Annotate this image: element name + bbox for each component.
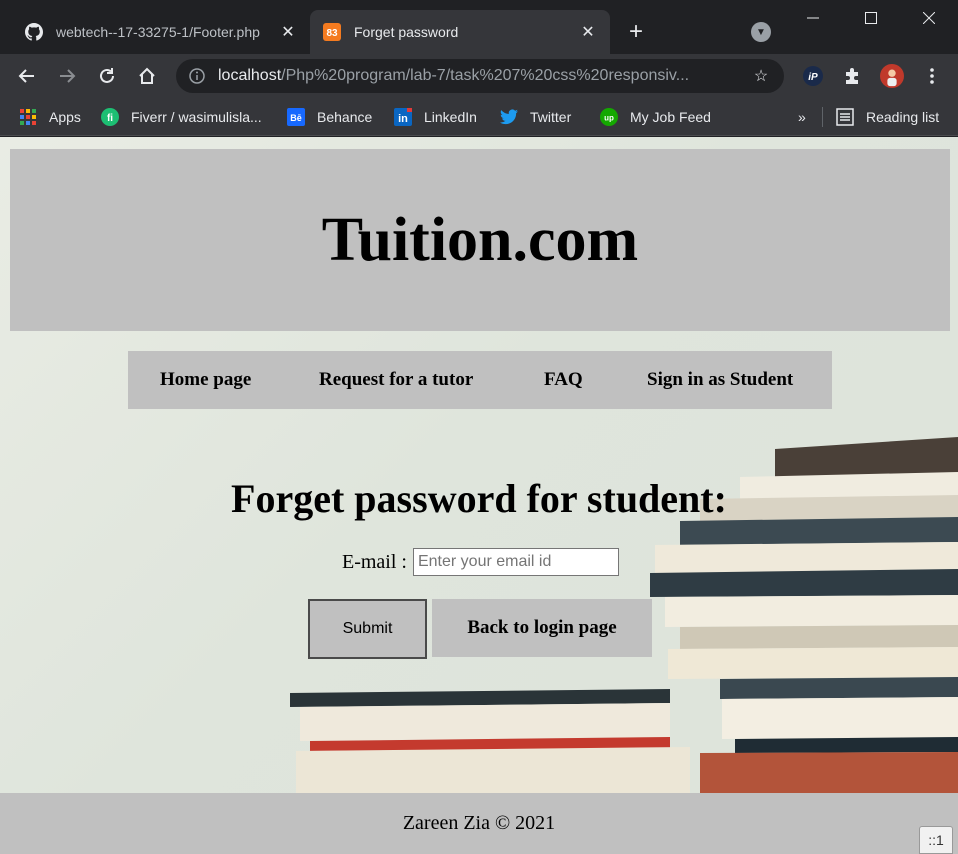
menu-kebab-icon[interactable] <box>920 64 944 88</box>
tab-forget-password[interactable]: 83 Forget password ✕ <box>310 10 610 54</box>
bookmark-label: LinkedIn <box>424 109 477 125</box>
svg-text:up: up <box>604 114 614 123</box>
reading-list-icon <box>836 108 854 126</box>
url-host: localhost <box>218 67 282 84</box>
site-info-icon[interactable] <box>188 67 206 85</box>
apps-grid-icon <box>19 108 37 126</box>
svg-text:in: in <box>398 113 408 125</box>
footer-text: Zareen Zia © 2021 <box>402 812 556 834</box>
host-badge: ::1 <box>919 826 953 854</box>
main-nav: Home page Request for a tutor FAQ Sign i… <box>128 351 832 409</box>
site-title: Tuition.com <box>321 205 639 274</box>
submit-button[interactable]: Submit <box>308 599 427 659</box>
svg-text:83: 83 <box>326 28 338 39</box>
tab-search-icon[interactable]: ▼ <box>751 22 771 42</box>
forward-icon[interactable] <box>51 60 83 92</box>
tab-title: Forget password <box>354 24 459 40</box>
tab-title: webtech--17-33275-1/Footer.php <box>56 24 260 40</box>
bookmark-label: Apps <box>49 109 81 125</box>
reading-list-button[interactable]: Reading list <box>836 105 939 129</box>
back-to-login-button[interactable]: Back to login page <box>432 599 652 657</box>
bookmarks-overflow-button[interactable]: » <box>798 105 806 129</box>
reading-list-label: Reading list <box>866 109 940 125</box>
maximize-button[interactable] <box>842 0 900 36</box>
nav-sign-in-student[interactable]: Sign in as Student <box>647 369 793 391</box>
bookmark-label: Fiverr / wasimulisla... <box>131 109 262 125</box>
bookmark-star-icon[interactable]: ☆ <box>750 66 772 86</box>
bookmark-linkedin[interactable]: in LinkedIn <box>394 105 477 129</box>
minimize-button[interactable] <box>784 0 842 36</box>
home-icon[interactable] <box>131 60 163 92</box>
tab-footer-php[interactable]: webtech--17-33275-1/Footer.php ✕ <box>12 10 310 54</box>
profile-avatar[interactable] <box>880 64 904 88</box>
address-bar[interactable]: localhost/Php%20program/lab-7/task%207%2… <box>176 59 784 93</box>
linkedin-icon: in <box>394 108 412 126</box>
bookmark-my-job-feed[interactable]: up My Job Feed <box>600 105 711 129</box>
bookmarks-bar: Apps fi Fiverr / wasimulisla... Bē Behan… <box>0 98 958 136</box>
email-row: E-mail : <box>342 548 619 576</box>
site-footer: Zareen Zia © 2021 <box>0 793 958 854</box>
svg-text:iP: iP <box>808 72 818 83</box>
bookmark-apps[interactable]: Apps <box>19 105 81 129</box>
svg-text:fi: fi <box>107 113 113 124</box>
nav-faq[interactable]: FAQ <box>544 369 583 391</box>
bookmark-fiverr[interactable]: fi Fiverr / wasimulisla... <box>101 105 262 129</box>
url-path: /Php%20program/lab-7/task%207%20css%20re… <box>281 67 690 84</box>
close-tab-icon[interactable]: ✕ <box>578 22 598 42</box>
behance-icon: Bē <box>287 108 305 126</box>
tab-strip: webtech--17-33275-1/Footer.php ✕ 83 Forg… <box>0 0 958 54</box>
web-page: Tuition.com Home page Request for a tuto… <box>0 137 958 854</box>
reload-icon[interactable] <box>91 60 123 92</box>
nav-home-page[interactable]: Home page <box>160 369 251 391</box>
extensions-puzzle-icon[interactable] <box>840 64 864 88</box>
bookmark-label: Behance <box>317 109 373 125</box>
svg-text:Bē: Bē <box>290 113 302 123</box>
url-text: localhost/Php%20program/lab-7/task%207%2… <box>218 67 750 85</box>
nav-request-tutor[interactable]: Request for a tutor <box>319 369 473 391</box>
bookmark-twitter[interactable]: Twitter <box>500 105 571 129</box>
window-controls <box>784 0 958 36</box>
bookmark-label: My Job Feed <box>630 109 711 125</box>
xampp-icon: 83 <box>322 22 342 42</box>
email-label: E-mail : <box>342 550 407 573</box>
close-tab-icon[interactable]: ✕ <box>278 22 298 42</box>
site-header: Tuition.com <box>10 149 950 331</box>
fiverr-icon: fi <box>101 108 119 126</box>
form-heading: Forget password for student: <box>231 476 727 521</box>
new-tab-button[interactable]: + <box>622 18 650 46</box>
ip-extension-icon[interactable]: iP <box>801 64 825 88</box>
browser-toolbar: localhost/Php%20program/lab-7/task%207%2… <box>0 54 958 98</box>
email-input[interactable] <box>412 548 619 576</box>
back-icon[interactable] <box>11 60 43 92</box>
bookmarks-divider <box>822 107 823 127</box>
close-window-button[interactable] <box>900 0 958 36</box>
bookmark-behance[interactable]: Bē Behance <box>287 105 372 129</box>
twitter-icon <box>500 108 518 126</box>
github-icon <box>24 22 44 42</box>
bookmark-label: Twitter <box>530 109 572 125</box>
upwork-icon: up <box>600 108 618 126</box>
